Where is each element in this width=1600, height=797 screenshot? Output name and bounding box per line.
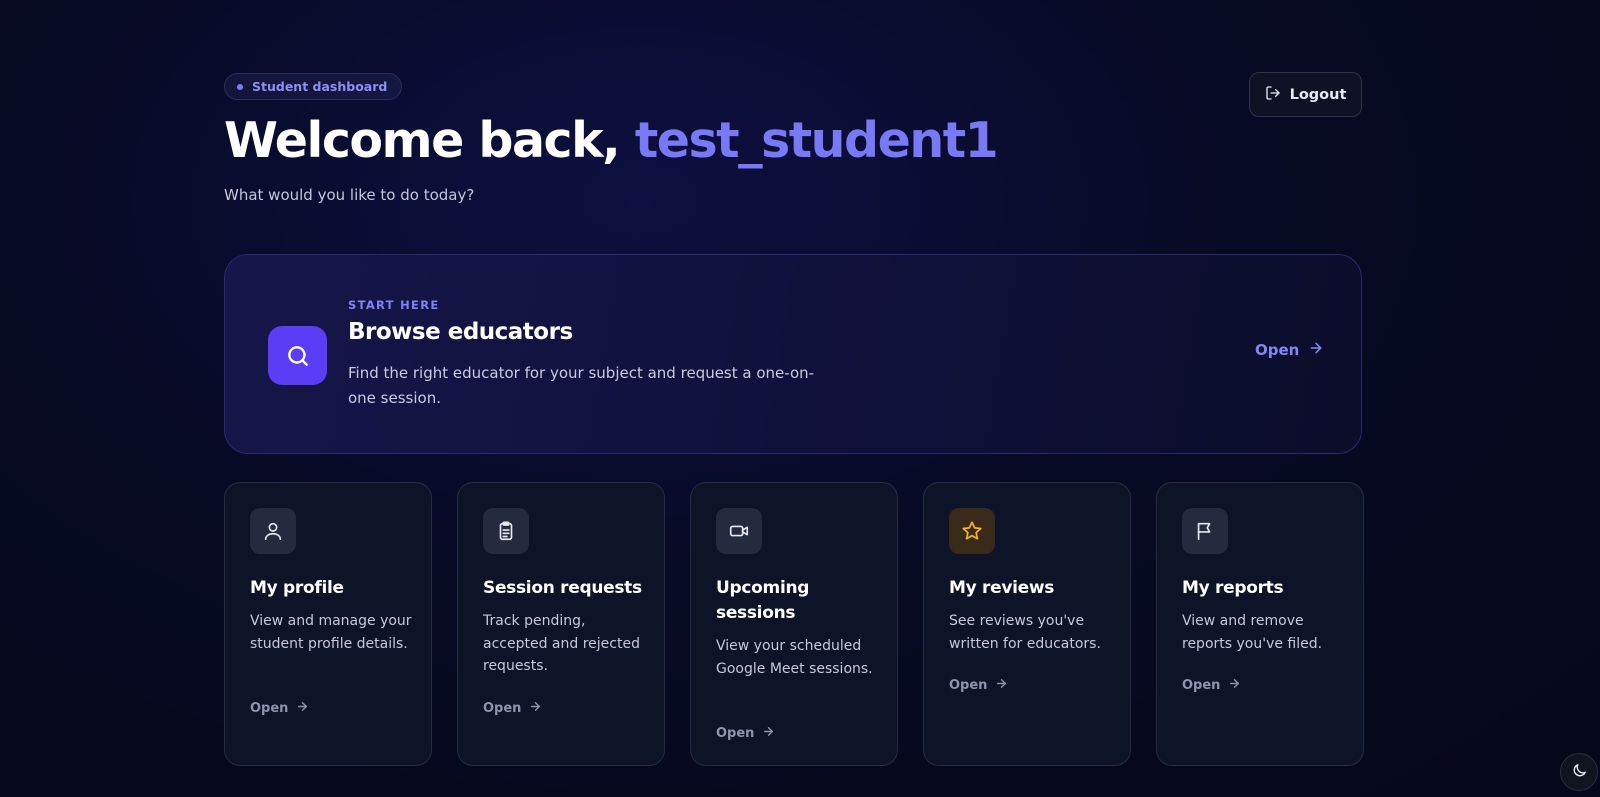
badge-dot (237, 83, 243, 90)
arrow-right-icon (1228, 677, 1241, 694)
flag-icon (1182, 508, 1228, 554)
search-icon (268, 326, 327, 385)
card-open-label: Open (483, 701, 522, 716)
card-title: My reviews (949, 578, 1055, 598)
card-title: Session requests (483, 578, 642, 598)
logout-button[interactable]: Logout (1249, 72, 1362, 117)
card-title: Upcoming sessions (716, 578, 810, 623)
welcome-prefix: Welcome back, (224, 112, 635, 169)
page-subtitle: What would you like to do today? (224, 186, 475, 204)
card-open-label: Open (1182, 678, 1221, 693)
card-open-link[interactable]: Open (250, 700, 309, 717)
arrow-right-icon (995, 677, 1008, 694)
hero-open-link[interactable]: Open (1255, 340, 1324, 360)
card-description: See reviews you've written for educators… (949, 613, 1101, 652)
hero-description: Find the right educator for your subject… (348, 364, 815, 407)
moon-icon (1571, 762, 1588, 783)
page-title: Welcome back, test_student1 (224, 112, 999, 169)
card-description: View your scheduled Google Meet sessions… (716, 638, 873, 677)
hero-open-label: Open (1255, 341, 1300, 359)
card-open-link[interactable]: Open (1182, 677, 1241, 694)
hero-kicker: START HERE (348, 298, 440, 312)
arrow-right-icon (1308, 340, 1324, 360)
card-title: My profile (250, 578, 344, 598)
logout-icon (1265, 85, 1281, 105)
arrow-right-icon (762, 725, 775, 742)
logout-label: Logout (1289, 86, 1347, 103)
dashboard-badge: Student dashboard (224, 73, 403, 100)
badge-label: Student dashboard (252, 79, 388, 94)
user-icon (250, 508, 296, 554)
card-description: View and manage your student profile det… (250, 613, 412, 652)
card-open-link[interactable]: Open (949, 677, 1008, 694)
card-open-label: Open (716, 726, 755, 741)
username: test_student1 (634, 112, 999, 169)
star-icon (949, 508, 995, 554)
card-open-link[interactable]: Open (716, 725, 775, 742)
card-description: Track pending, accepted and rejected req… (483, 613, 640, 674)
card-open-link[interactable]: Open (483, 700, 542, 717)
theme-toggle-button[interactable] (1560, 753, 1598, 791)
video-icon (716, 508, 762, 554)
card-open-label: Open (250, 701, 289, 716)
arrow-right-icon (296, 700, 309, 717)
arrow-right-icon (529, 700, 542, 717)
hero-title: Browse educators (348, 319, 573, 345)
card-open-label: Open (949, 678, 988, 693)
clipboard-icon (483, 508, 529, 554)
browse-educators-card[interactable]: START HERE Browse educators Find the rig… (224, 254, 1362, 454)
card-title: My reports (1182, 578, 1284, 598)
card-my-reports[interactable]: My reports View and remove reports you'v… (1156, 482, 1364, 766)
card-upcoming-sessions[interactable]: Upcoming sessions View your scheduled Go… (690, 482, 898, 766)
card-description: View and remove reports you've filed. (1182, 613, 1323, 652)
card-my-reviews[interactable]: My reviews See reviews you've written fo… (923, 482, 1131, 766)
card-session-requests[interactable]: Session requests Track pending, accepted… (457, 482, 665, 766)
card-my-profile[interactable]: My profile View and manage your student … (224, 482, 432, 766)
